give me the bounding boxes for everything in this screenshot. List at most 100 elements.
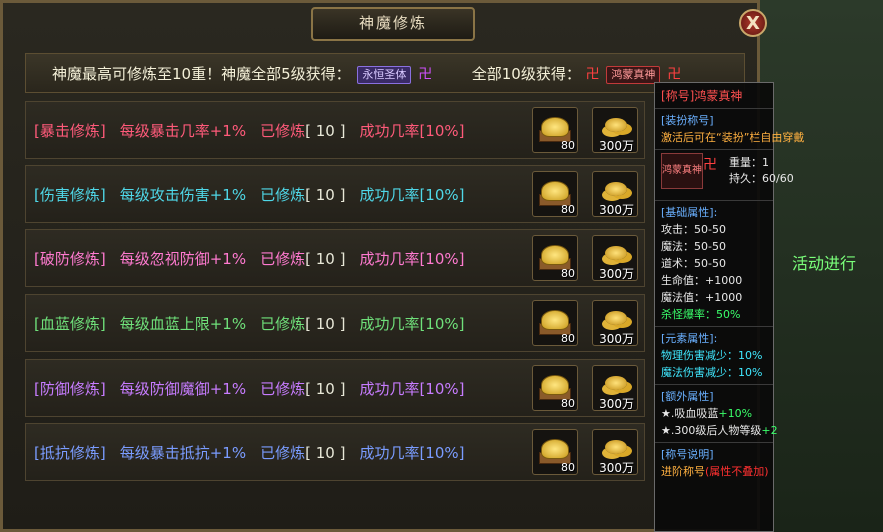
cultivation-row-text: [血蓝修炼] 每级血蓝上限+1% 已修炼[ 10 ] 成功几率[10%] — [34, 295, 464, 353]
tooltip-dress-desc: 激活后可在“装扮”栏自由穿戴 — [661, 131, 805, 144]
close-button[interactable]: X — [739, 9, 767, 37]
cultivation-desc: 每级暴击抵抗+1% — [119, 444, 247, 462]
cultivated-label: 已修炼 — [260, 122, 306, 140]
tooltip-item-section: 鸿蒙真神 卍 重量：1 持久：60/60 — [655, 150, 794, 201]
gold-ingot-icon — [541, 375, 569, 395]
gold-coins-icon — [605, 118, 627, 132]
gold-cost-slot[interactable]: 300万 — [592, 300, 638, 346]
cultivation-row: [血蓝修炼] 每级血蓝上限+1% 已修炼[ 10 ] 成功几率[10%] 80 300万 — [25, 294, 645, 352]
tooltip-extra-name: ★.吸血吸蓝 — [661, 407, 719, 420]
tooltip-extra-value: +2 — [761, 424, 778, 437]
cultivated-label: 已修炼 — [260, 186, 306, 204]
tooltip-base-attr: 生命值：+1000 — [661, 274, 743, 287]
cultivation-level: [ 10 ] — [305, 186, 346, 204]
tooltip-weight: 重量：1 — [729, 156, 769, 169]
cultivation-name: [伤害修炼] — [34, 186, 106, 204]
cultivated-label: 已修炼 — [260, 315, 306, 333]
tooltip-title: [称号]鸿蒙真神 — [655, 83, 773, 109]
gold-cost-slot[interactable]: 300万 — [592, 429, 638, 475]
cultivation-row-text: [破防修炼] 每级忽视防御+1% 已修炼[ 10 ] 成功几率[10%] — [34, 230, 464, 288]
tooltip-dress-section: [装扮称号] 激活后可在“装扮”栏自由穿戴 — [655, 109, 805, 150]
cultivation-row-text: [防御修炼] 每级防御魔御+1% 已修炼[ 10 ] 成功几率[10%] — [34, 360, 464, 418]
cultivation-row: [破防修炼] 每级忽视防御+1% 已修炼[ 10 ] 成功几率[10%] 80 300万 — [25, 229, 645, 287]
tooltip-extra-name: ★.300级后人物等级 — [661, 424, 762, 437]
cultivated-label: 已修炼 — [260, 250, 306, 268]
tooltip-desc-section: [称号说明] 进阶称号(属性不叠加) — [655, 443, 773, 483]
material-slot[interactable]: 80 — [532, 235, 578, 281]
tooltip-extra-attr: ★.吸血吸蓝+10% — [661, 405, 767, 422]
tooltip-extra-section: [额外属性] ★.吸血吸蓝+10% ★.300级后人物等级+2 — [655, 385, 778, 443]
tooltip-dress-label: [装扮称号] — [661, 114, 714, 127]
tooltip-base-section: [基础属性]: 攻击：50-50 魔法：50-50 道术：50-50 生命值：+… — [655, 201, 773, 327]
material-count: 80 — [561, 397, 575, 410]
material-count: 80 — [561, 139, 575, 152]
cultivation-row: [抵抗修炼] 每级暴击抵抗+1% 已修炼[ 10 ] 成功几率[10%] 80 300万 — [25, 423, 645, 481]
tooltip-elem-label: [元素属性]: — [661, 332, 718, 345]
swastika-icon: 卍 — [667, 66, 682, 83]
cultivation-desc: 每级血蓝上限+1% — [119, 315, 247, 333]
reward-banner: 神魔最高可修炼至10重！神魔全部5级获得： 永恒圣体 卍 全部10级获得： 卍 … — [25, 53, 745, 93]
gold-coins-icon — [605, 246, 627, 260]
background-activity-text: 活动进行 — [792, 254, 857, 273]
tooltip-kill-rate: 杀怪爆率：50% — [661, 308, 741, 321]
window-title: 神魔修炼 — [311, 7, 475, 41]
tooltip-extra-attr: ★.300级后人物等级+2 — [661, 422, 778, 439]
success-rate: 成功几率[10%] — [359, 250, 465, 268]
cultivation-row: [防御修炼] 每级防御魔御+1% 已修炼[ 10 ] 成功几率[10%] 80 300万 — [25, 359, 645, 417]
gold-ingot-icon — [541, 117, 569, 137]
success-rate: 成功几率[10%] — [359, 122, 465, 140]
tooltip-desc-prefix: 进阶称号 — [661, 465, 705, 478]
swastika-icon: 卍 — [585, 66, 600, 83]
material-slot[interactable]: 80 — [532, 171, 578, 217]
cultivation-desc: 每级攻击伤害+1% — [119, 186, 247, 204]
tooltip-extra-value: +10% — [718, 407, 753, 420]
gold-ingot-icon — [541, 310, 569, 330]
gold-cost-amount: 300万 — [599, 267, 634, 281]
material-slot[interactable]: 80 — [532, 365, 578, 411]
tooltip-extra-label: [额外属性] — [661, 390, 714, 403]
title-badge-hongmeng: 鸿蒙真神 — [606, 65, 661, 84]
gold-cost-slot[interactable]: 300万 — [592, 235, 638, 281]
gold-coins-icon — [605, 182, 627, 196]
cultivated-label: 已修炼 — [260, 444, 306, 462]
cultivation-name: [破防修炼] — [34, 250, 106, 268]
cultivation-row-text: [暴击修炼] 每级暴击几率+1% 已修炼[ 10 ] 成功几率[10%] — [34, 102, 464, 160]
tooltip-base-attr: 魔法：50-50 — [661, 240, 726, 253]
material-count: 80 — [561, 267, 575, 280]
gold-ingot-icon — [541, 439, 569, 459]
tooltip-desc-text: 进阶称号(属性不叠加) — [661, 463, 769, 480]
gold-cost-amount: 300万 — [599, 139, 634, 153]
success-rate: 成功几率[10%] — [359, 186, 465, 204]
tooltip-desc-note: (属性不叠加) — [705, 465, 769, 478]
material-slot[interactable]: 80 — [532, 429, 578, 475]
success-rate: 成功几率[10%] — [359, 315, 465, 333]
gold-cost-slot[interactable]: 300万 — [592, 365, 638, 411]
gold-coins-icon — [605, 376, 627, 390]
material-slot[interactable]: 80 — [532, 300, 578, 346]
background-scene: 活动进行 — [760, 0, 883, 532]
gold-coins-icon — [605, 440, 627, 454]
banner-text-1: 神魔最高可修炼至10重！神魔全部5级获得： — [52, 65, 351, 83]
cultivation-name: [防御修炼] — [34, 380, 106, 398]
gold-coins-icon — [605, 311, 627, 325]
tooltip-base-attr: 道术：50-50 — [661, 257, 726, 270]
title-item-icon-text: 鸿蒙真神 — [662, 165, 702, 176]
material-count: 80 — [561, 332, 575, 345]
tooltip-elem-section: [元素属性]: 物理伤害减少：10% 魔法伤害减少：10% — [655, 327, 773, 385]
cultivated-label: 已修炼 — [260, 380, 306, 398]
cultivation-row: [暴击修炼] 每级暴击几率+1% 已修炼[ 10 ] 成功几率[10%] 80 300万 — [25, 101, 645, 159]
gold-cost-amount: 300万 — [599, 397, 634, 411]
cultivation-level: [ 10 ] — [305, 380, 346, 398]
banner-text-2: 全部10级获得： — [471, 65, 581, 83]
material-slot[interactable]: 80 — [532, 107, 578, 153]
cultivation-panel: 神魔修炼 X 神魔最高可修炼至10重！神魔全部5级获得： 永恒圣体 卍 全部10… — [0, 0, 767, 532]
item-tooltip: [称号]鸿蒙真神 [装扮称号] 激活后可在“装扮”栏自由穿戴 鸿蒙真神 卍 重量… — [654, 82, 805, 532]
gold-cost-amount: 300万 — [599, 203, 634, 217]
cultivation-name: [抵抗修炼] — [34, 444, 106, 462]
gold-cost-slot[interactable]: 300万 — [592, 107, 638, 153]
cultivation-level: [ 10 ] — [305, 250, 346, 268]
gold-cost-slot[interactable]: 300万 — [592, 171, 638, 217]
gold-cost-amount: 300万 — [599, 461, 634, 475]
cultivation-name: [暴击修炼] — [34, 122, 106, 140]
tooltip-base-attr: 攻击：50-50 — [661, 223, 726, 236]
